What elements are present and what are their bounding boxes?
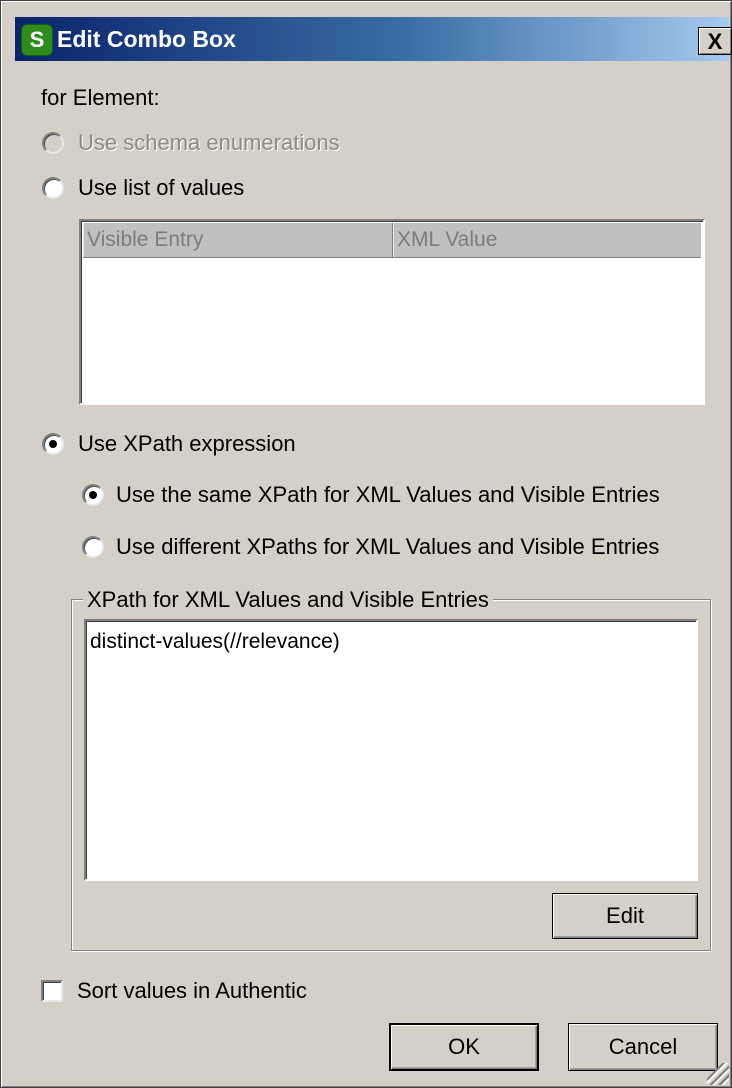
resize-grip-icon[interactable] bbox=[707, 1063, 729, 1085]
same-xpath-label[interactable]: Use the same XPath for XML Values and Vi… bbox=[116, 482, 660, 508]
list-of-values-radio[interactable] bbox=[42, 177, 64, 199]
dialog-title: Edit Combo Box bbox=[57, 26, 236, 52]
xpath-expression-field[interactable]: distinct-values(//relevance) bbox=[84, 619, 698, 881]
same-xpath-radio[interactable] bbox=[82, 484, 104, 506]
schema-enumerations-label: Use schema enumerations bbox=[78, 130, 340, 155]
close-button[interactable]: X bbox=[698, 27, 732, 55]
list-of-values-label[interactable]: Use list of values bbox=[78, 175, 244, 201]
cancel-button[interactable]: Cancel bbox=[568, 1023, 718, 1071]
column-header-visible-entry[interactable]: Visible Entry bbox=[83, 223, 393, 257]
title-bar[interactable]: Edit Combo Box X bbox=[15, 17, 732, 61]
edit-xpath-button[interactable]: Edit bbox=[552, 893, 698, 939]
edit-combo-box-dialog: Edit Combo Box X for Element: Use schema… bbox=[0, 0, 732, 1088]
different-xpaths-label[interactable]: Use different XPaths for XML Values and … bbox=[116, 534, 659, 560]
app-icon bbox=[21, 24, 53, 56]
values-list-table[interactable]: Visible Entry XML Value bbox=[79, 219, 705, 405]
column-header-xml-value[interactable]: XML Value bbox=[393, 223, 701, 257]
table-header: Visible Entry XML Value bbox=[83, 223, 701, 258]
xpath-expression-radio[interactable] bbox=[42, 433, 64, 455]
ok-button[interactable]: OK bbox=[389, 1023, 539, 1071]
for-element-label: for Element: bbox=[41, 85, 160, 110]
sort-values-label[interactable]: Sort values in Authentic bbox=[77, 978, 307, 1004]
different-xpaths-radio[interactable] bbox=[82, 536, 104, 558]
xpath-group-legend: XPath for XML Values and Visible Entries bbox=[83, 587, 493, 613]
schema-enumerations-radio bbox=[42, 132, 64, 154]
xpath-expression-label[interactable]: Use XPath expression bbox=[78, 431, 296, 457]
sort-values-checkbox[interactable] bbox=[41, 980, 63, 1002]
